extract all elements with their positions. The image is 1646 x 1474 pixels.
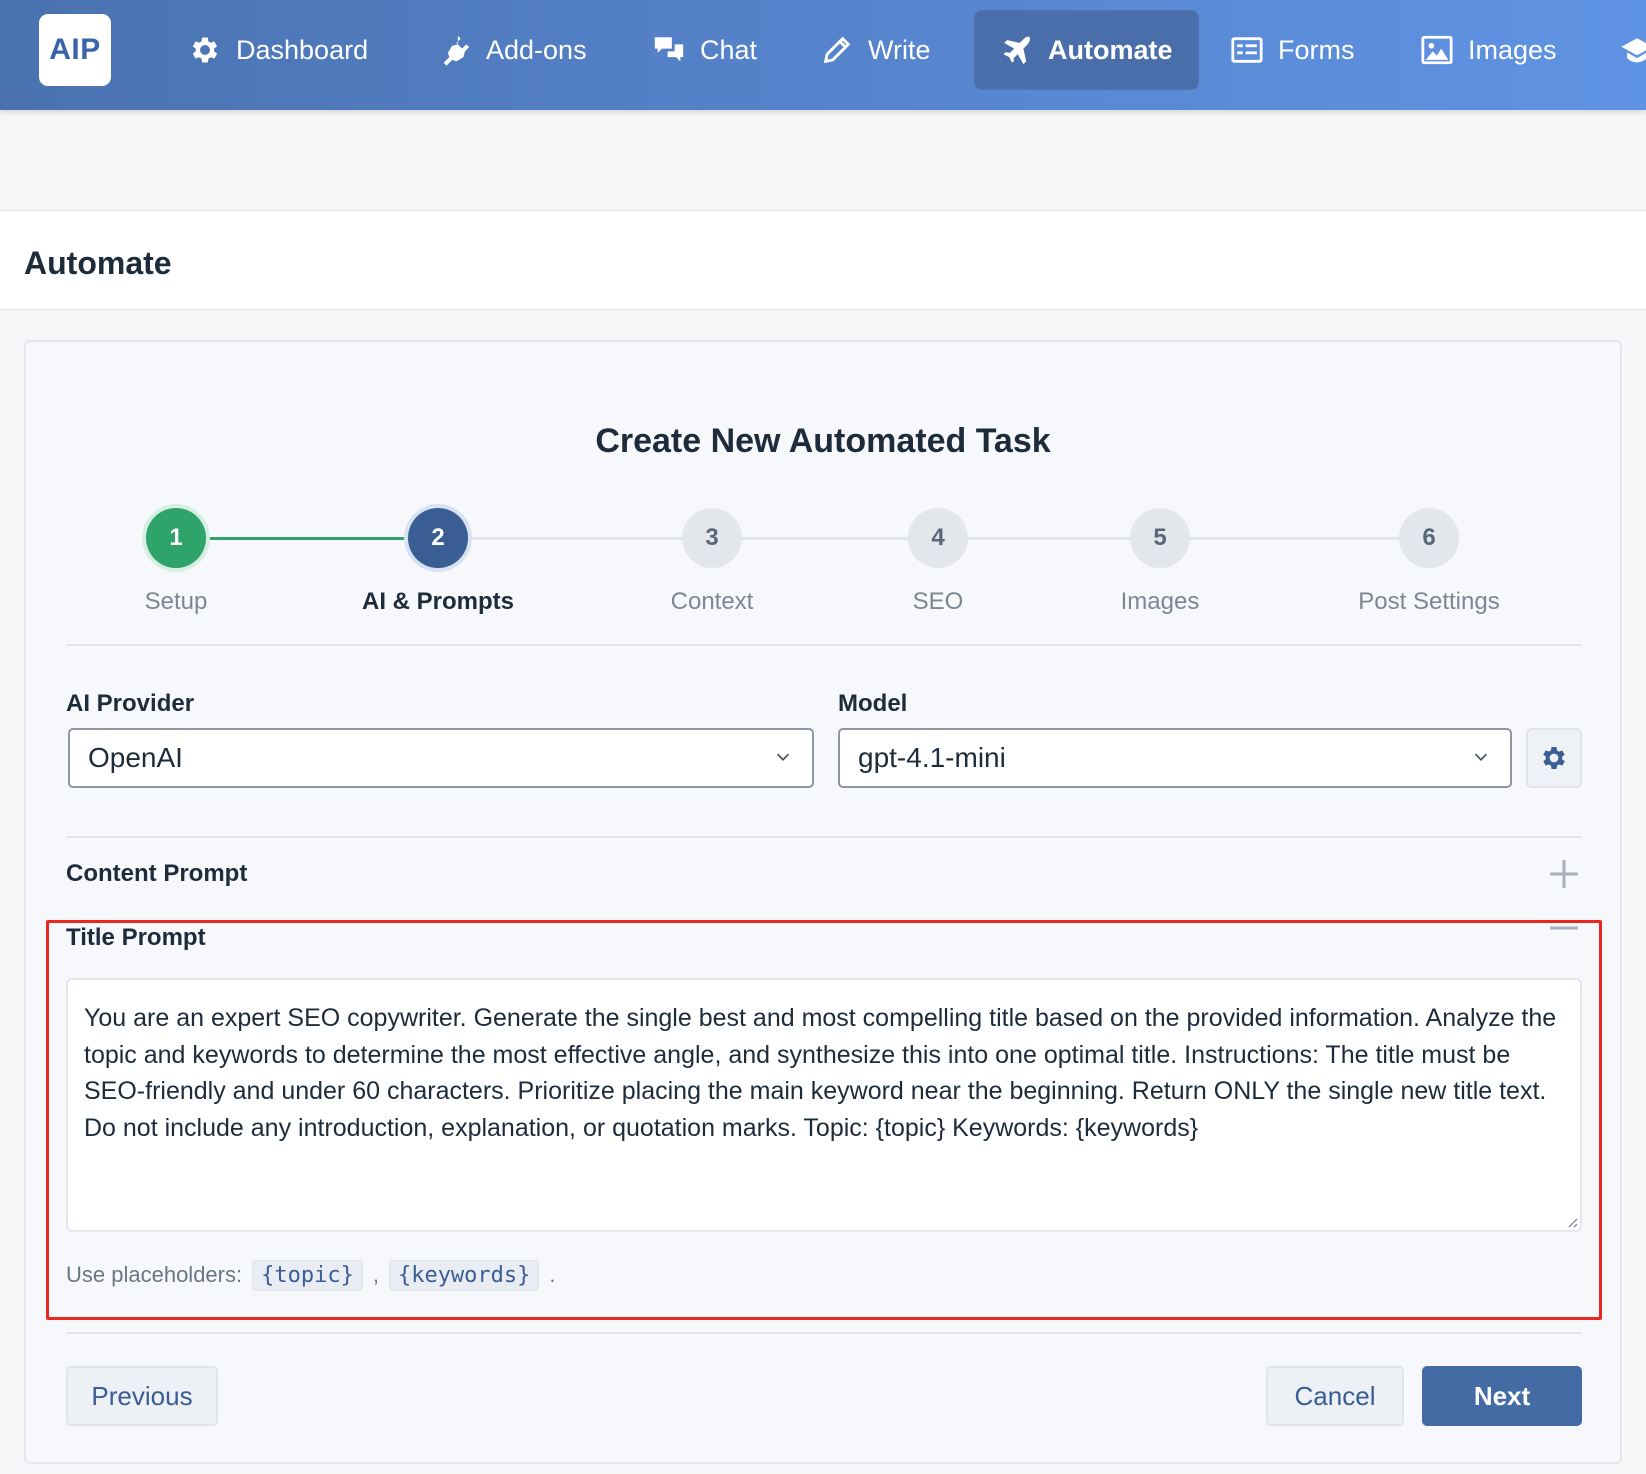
wizard-card: Create New Automated Task 1 Setup 2 AI &… (24, 340, 1622, 1464)
divider (66, 1332, 1582, 1334)
model-label: Model (838, 690, 908, 717)
nav-label: Images (1468, 34, 1557, 65)
step-2-label: AI & Prompts (361, 588, 514, 615)
chat-bubbles-icon (654, 37, 684, 62)
placeholder-keywords: {keywords} (388, 1259, 540, 1291)
nav-item-automate[interactable]: Automate (974, 10, 1199, 90)
cancel-button[interactable]: Cancel (1266, 1366, 1404, 1426)
content-prompt-toggle[interactable]: Content Prompt (66, 860, 247, 888)
plane-icon (1003, 36, 1030, 65)
gear-icon (192, 37, 218, 63)
placeholder-suffix: . (549, 1262, 556, 1287)
nav-label: Chat (700, 34, 758, 65)
nav-label: Automate (1048, 34, 1173, 65)
ai-provider-label: AI Provider (66, 690, 195, 717)
step-6-circle[interactable]: 6 (1399, 508, 1459, 568)
step-5-circle[interactable]: 5 (1130, 508, 1190, 568)
page-title: Automate (24, 245, 172, 281)
step-1-circle[interactable]: 1 (146, 508, 206, 568)
resize-handle-icon[interactable] (1566, 1216, 1578, 1228)
minus-icon[interactable] (1548, 912, 1580, 944)
divider (66, 836, 1582, 838)
placeholder-separator: , (372, 1262, 379, 1287)
plus-icon[interactable] (1548, 858, 1580, 890)
step-1-label: Setup (144, 588, 208, 615)
model-select[interactable]: gpt-4.1-mini (838, 728, 1512, 788)
app-logo[interactable]: AIP (39, 14, 111, 86)
nav-item-forms[interactable]: Forms (1230, 10, 1355, 90)
title-prompt-textarea[interactable]: You are an expert SEO copywriter. Genera… (66, 978, 1582, 1232)
placeholder-help-text: Use placeholders: (66, 1262, 243, 1287)
graduation-cap-icon[interactable] (1620, 34, 1646, 68)
top-navigation: AIP Dashboard Add-ons Chat Write Automat… (0, 0, 1646, 110)
nav-label: Add-ons (486, 34, 587, 65)
nav-item-chat[interactable]: Chat (652, 10, 757, 90)
nav-item-add-ons[interactable]: Add-ons (438, 10, 587, 90)
nav-label: Dashboard (236, 34, 369, 65)
placeholder-topic: {topic} (252, 1259, 363, 1291)
next-button[interactable]: Next (1422, 1366, 1582, 1426)
divider (66, 644, 1582, 646)
step-6-label: Post Settings (1358, 588, 1500, 615)
page-header: Automate (0, 210, 1646, 310)
chevron-down-icon (1474, 753, 1488, 761)
previous-button[interactable]: Previous (66, 1366, 218, 1426)
step-2-circle[interactable]: 2 (408, 508, 468, 568)
pencil-icon (823, 36, 851, 64)
step-5-label: Images (1120, 588, 1200, 615)
form-icon (1231, 37, 1263, 63)
nav-item-dashboard[interactable]: Dashboard (188, 10, 368, 90)
step-3-circle[interactable]: 3 (682, 508, 742, 568)
nav-item-write[interactable]: Write (820, 10, 931, 90)
nav-label: Forms (1278, 34, 1355, 65)
chevron-down-icon (776, 753, 790, 761)
step-4-circle[interactable]: 4 (908, 508, 968, 568)
step-4-label: SEO (912, 588, 964, 615)
plugin-icon (443, 35, 470, 66)
gear-icon (1543, 747, 1565, 769)
nav-label: Write (868, 34, 931, 65)
model-settings-button[interactable] (1526, 728, 1582, 788)
model-value: gpt-4.1-mini (858, 742, 1006, 773)
step-3-label: Context (670, 588, 754, 615)
nav-item-images[interactable]: Images (1420, 10, 1557, 90)
image-icon (1421, 35, 1453, 65)
step-connector (176, 537, 416, 540)
placeholder-help: Use placeholders: {topic} , {keywords} . (66, 1258, 556, 1292)
wizard-title: Create New Automated Task (595, 422, 1051, 460)
ai-provider-value: OpenAI (88, 742, 183, 773)
title-prompt-toggle[interactable]: Title Prompt (66, 924, 206, 952)
ai-provider-select[interactable]: OpenAI (68, 728, 814, 788)
